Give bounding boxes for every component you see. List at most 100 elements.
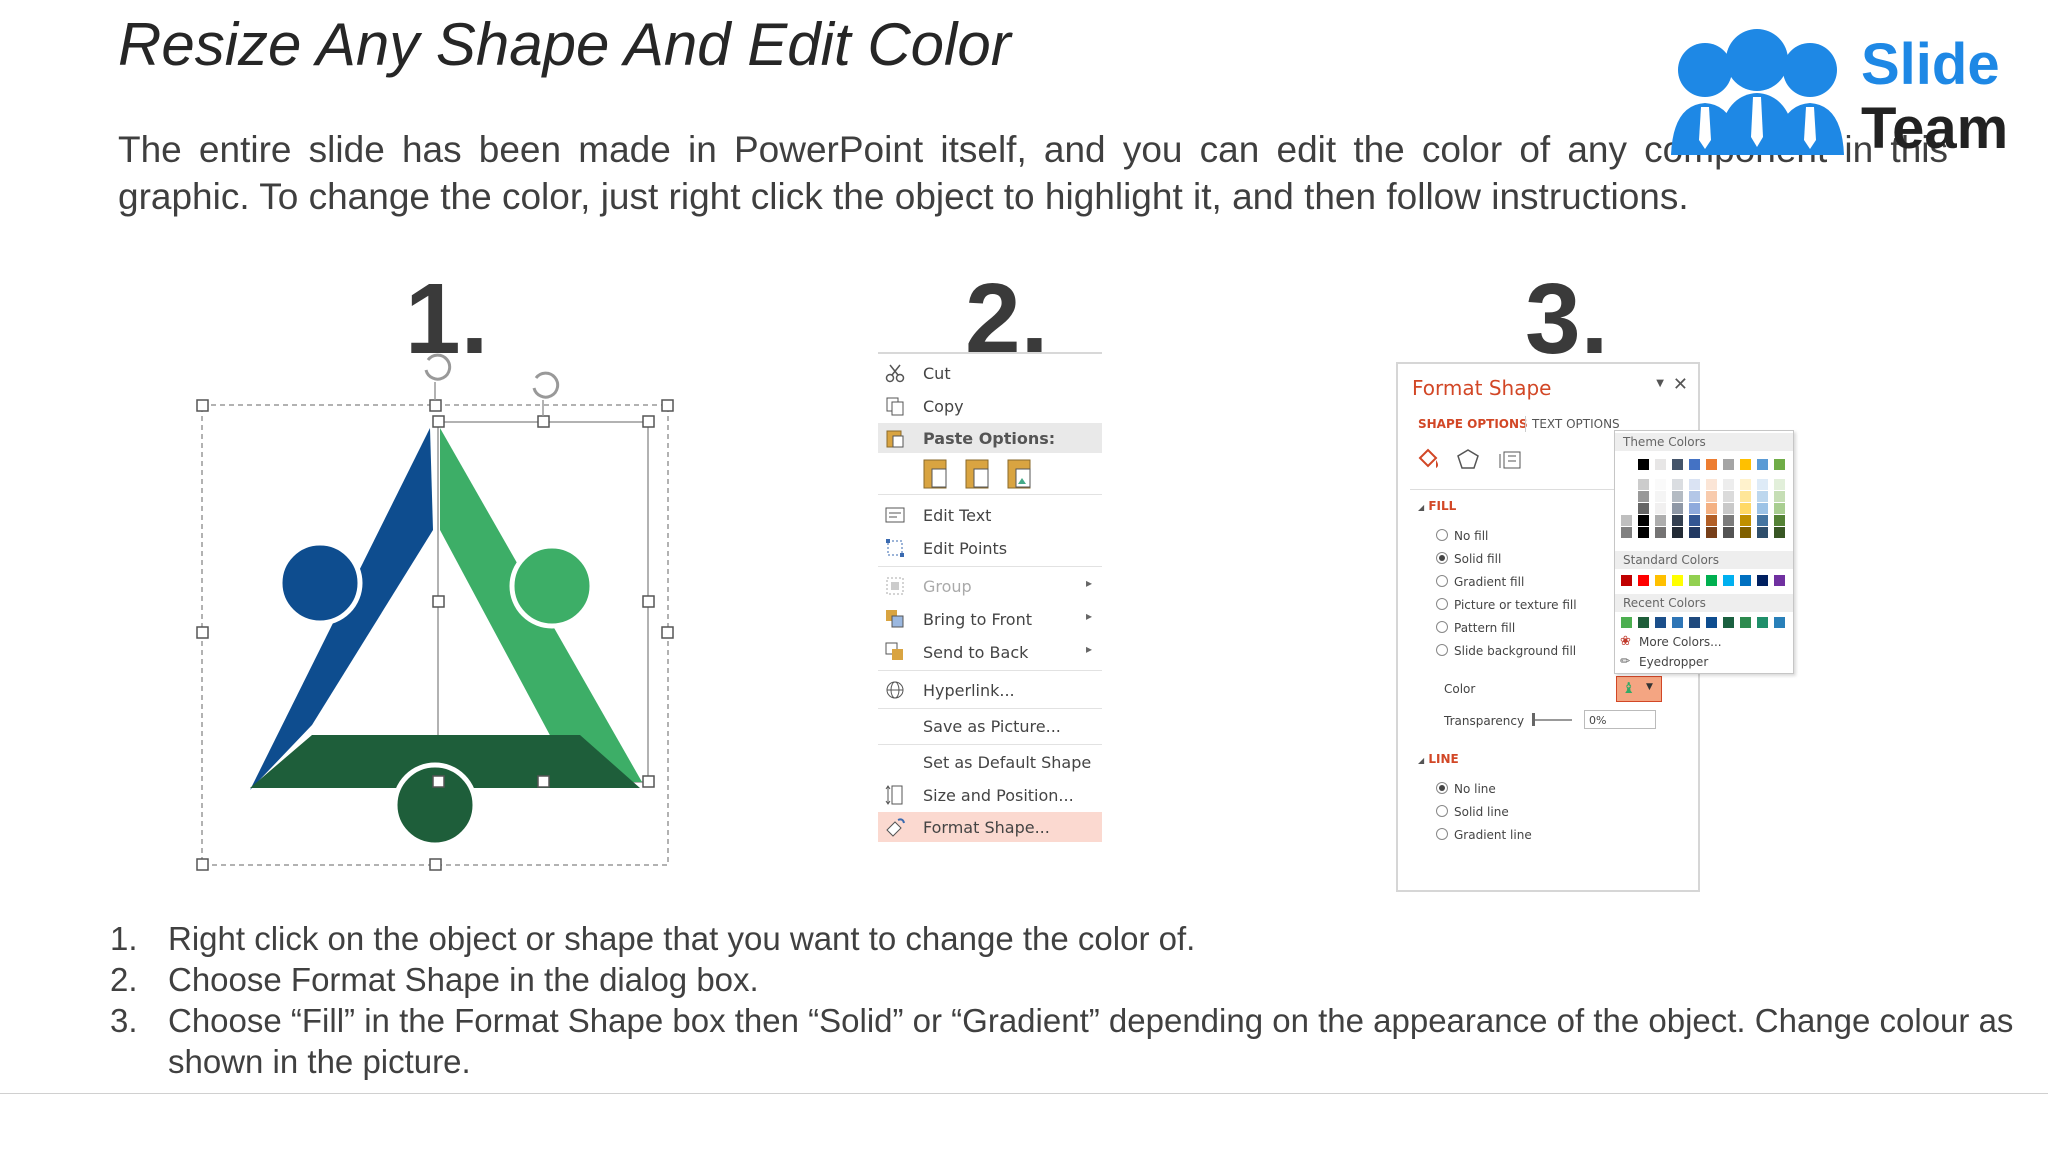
theme-color-swatch[interactable]: [1689, 515, 1700, 526]
theme-color-swatch[interactable]: [1621, 515, 1632, 526]
theme-color-swatch[interactable]: [1723, 479, 1734, 490]
theme-color-swatch[interactable]: [1655, 459, 1666, 470]
transparency-slider[interactable]: [1532, 719, 1572, 721]
theme-color-swatch[interactable]: [1706, 479, 1717, 490]
theme-color-swatch[interactable]: [1672, 491, 1683, 502]
radio-solid-line[interactable]: Solid line: [1436, 805, 1509, 819]
tab-text-options[interactable]: TEXT OPTIONS: [1532, 417, 1620, 431]
theme-color-swatch[interactable]: [1740, 503, 1751, 514]
theme-color-swatch[interactable]: [1672, 479, 1683, 490]
theme-color-swatch[interactable]: [1638, 503, 1649, 514]
menu-item-cut[interactable]: Cut: [878, 358, 1102, 388]
theme-color-swatch[interactable]: [1723, 459, 1734, 470]
theme-color-swatch[interactable]: [1706, 515, 1717, 526]
standard-color-swatch[interactable]: [1621, 575, 1632, 586]
theme-color-swatch[interactable]: [1740, 479, 1751, 490]
theme-color-swatch[interactable]: [1757, 503, 1768, 514]
standard-color-swatch[interactable]: [1706, 575, 1717, 586]
theme-color-swatch[interactable]: [1757, 459, 1768, 470]
theme-color-swatch[interactable]: [1706, 503, 1717, 514]
theme-color-swatch[interactable]: [1621, 459, 1632, 470]
theme-color-swatch[interactable]: [1774, 459, 1785, 470]
theme-color-swatch[interactable]: [1672, 459, 1683, 470]
theme-color-swatch[interactable]: [1757, 515, 1768, 526]
chevron-down-icon[interactable]: ▼: [1656, 378, 1664, 389]
fill-section-header[interactable]: ◢ FILL: [1418, 499, 1456, 513]
recent-color-swatch[interactable]: [1706, 617, 1717, 628]
theme-color-swatch[interactable]: [1706, 527, 1717, 538]
radio-no-line[interactable]: No line: [1436, 782, 1496, 796]
eyedropper-item[interactable]: Eyedropper: [1639, 655, 1708, 669]
theme-color-swatch[interactable]: [1655, 503, 1666, 514]
theme-color-swatch[interactable]: [1740, 515, 1751, 526]
theme-color-swatch[interactable]: [1723, 527, 1734, 538]
recent-color-swatch[interactable]: [1774, 617, 1785, 628]
standard-color-swatch[interactable]: [1689, 575, 1700, 586]
theme-color-swatch[interactable]: [1740, 527, 1751, 538]
theme-color-swatch[interactable]: [1621, 527, 1632, 538]
radio-solid-fill[interactable]: Solid fill: [1436, 552, 1501, 566]
recent-color-swatch[interactable]: [1740, 617, 1751, 628]
triangle-people-graphic[interactable]: [190, 340, 690, 880]
theme-color-swatch[interactable]: [1757, 491, 1768, 502]
radio-pattern-fill[interactable]: Pattern fill: [1436, 621, 1515, 635]
standard-color-swatch[interactable]: [1723, 575, 1734, 586]
theme-color-swatch[interactable]: [1689, 459, 1700, 470]
tab-shape-options[interactable]: SHAPE OPTIONS: [1418, 417, 1528, 431]
theme-color-swatch[interactable]: [1672, 515, 1683, 526]
theme-color-swatch[interactable]: [1706, 459, 1717, 470]
standard-color-swatch[interactable]: [1757, 575, 1768, 586]
theme-color-swatch[interactable]: [1723, 503, 1734, 514]
menu-item-set-default-shape[interactable]: Set as Default Shape: [878, 747, 1102, 777]
standard-color-swatch[interactable]: [1740, 575, 1751, 586]
radio-picture-texture-fill[interactable]: Picture or texture fill: [1436, 598, 1577, 612]
theme-color-swatch[interactable]: [1689, 479, 1700, 490]
menu-item-edit-text[interactable]: Edit Text: [878, 500, 1102, 530]
recent-color-swatch[interactable]: [1672, 617, 1683, 628]
theme-color-swatch[interactable]: [1655, 491, 1666, 502]
menu-item-format-shape[interactable]: Format Shape...: [878, 812, 1102, 842]
theme-color-swatch[interactable]: [1689, 503, 1700, 514]
theme-color-swatch[interactable]: [1757, 527, 1768, 538]
theme-color-swatch[interactable]: [1638, 527, 1649, 538]
menu-item-group[interactable]: Group ▸: [878, 571, 1102, 601]
radio-gradient-line[interactable]: Gradient line: [1436, 828, 1532, 842]
line-section-header[interactable]: ◢ LINE: [1418, 752, 1459, 766]
menu-item-bring-to-front[interactable]: Bring to Front ▸: [878, 604, 1102, 634]
theme-color-swatch[interactable]: [1689, 491, 1700, 502]
standard-color-swatch[interactable]: [1672, 575, 1683, 586]
standard-color-swatch[interactable]: [1638, 575, 1649, 586]
theme-color-swatch[interactable]: [1638, 459, 1649, 470]
theme-color-swatch[interactable]: [1621, 479, 1632, 490]
theme-color-swatch[interactable]: [1655, 527, 1666, 538]
theme-color-swatch[interactable]: [1655, 479, 1666, 490]
theme-color-swatch[interactable]: [1774, 527, 1785, 538]
theme-color-swatch[interactable]: [1740, 491, 1751, 502]
menu-item-send-to-back[interactable]: Send to Back ▸: [878, 637, 1102, 667]
close-icon[interactable]: ✕: [1673, 374, 1688, 395]
transparency-input[interactable]: 0%: [1584, 710, 1656, 729]
theme-color-swatch[interactable]: [1706, 491, 1717, 502]
theme-color-swatch[interactable]: [1621, 503, 1632, 514]
theme-color-swatch[interactable]: [1774, 503, 1785, 514]
theme-color-swatch[interactable]: [1655, 515, 1666, 526]
radio-no-fill[interactable]: No fill: [1436, 529, 1488, 543]
theme-color-swatch[interactable]: [1740, 459, 1751, 470]
recent-color-swatch[interactable]: [1638, 617, 1649, 628]
radio-slide-background-fill[interactable]: Slide background fill: [1436, 644, 1576, 658]
theme-color-swatch[interactable]: [1638, 515, 1649, 526]
more-colors-item[interactable]: More Colors...: [1639, 635, 1722, 649]
menu-item-hyperlink[interactable]: Hyperlink...: [878, 675, 1102, 705]
theme-color-swatch[interactable]: [1638, 491, 1649, 502]
theme-color-swatch[interactable]: [1672, 503, 1683, 514]
theme-color-swatch[interactable]: [1757, 479, 1768, 490]
recent-color-swatch[interactable]: [1655, 617, 1666, 628]
theme-color-swatch[interactable]: [1774, 479, 1785, 490]
color-picker-button[interactable]: ♝ ▼: [1616, 676, 1662, 702]
theme-color-swatch[interactable]: [1672, 527, 1683, 538]
standard-color-swatch[interactable]: [1655, 575, 1666, 586]
theme-color-swatch[interactable]: [1723, 515, 1734, 526]
theme-color-swatch[interactable]: [1621, 491, 1632, 502]
recent-color-swatch[interactable]: [1689, 617, 1700, 628]
theme-color-swatch[interactable]: [1774, 515, 1785, 526]
